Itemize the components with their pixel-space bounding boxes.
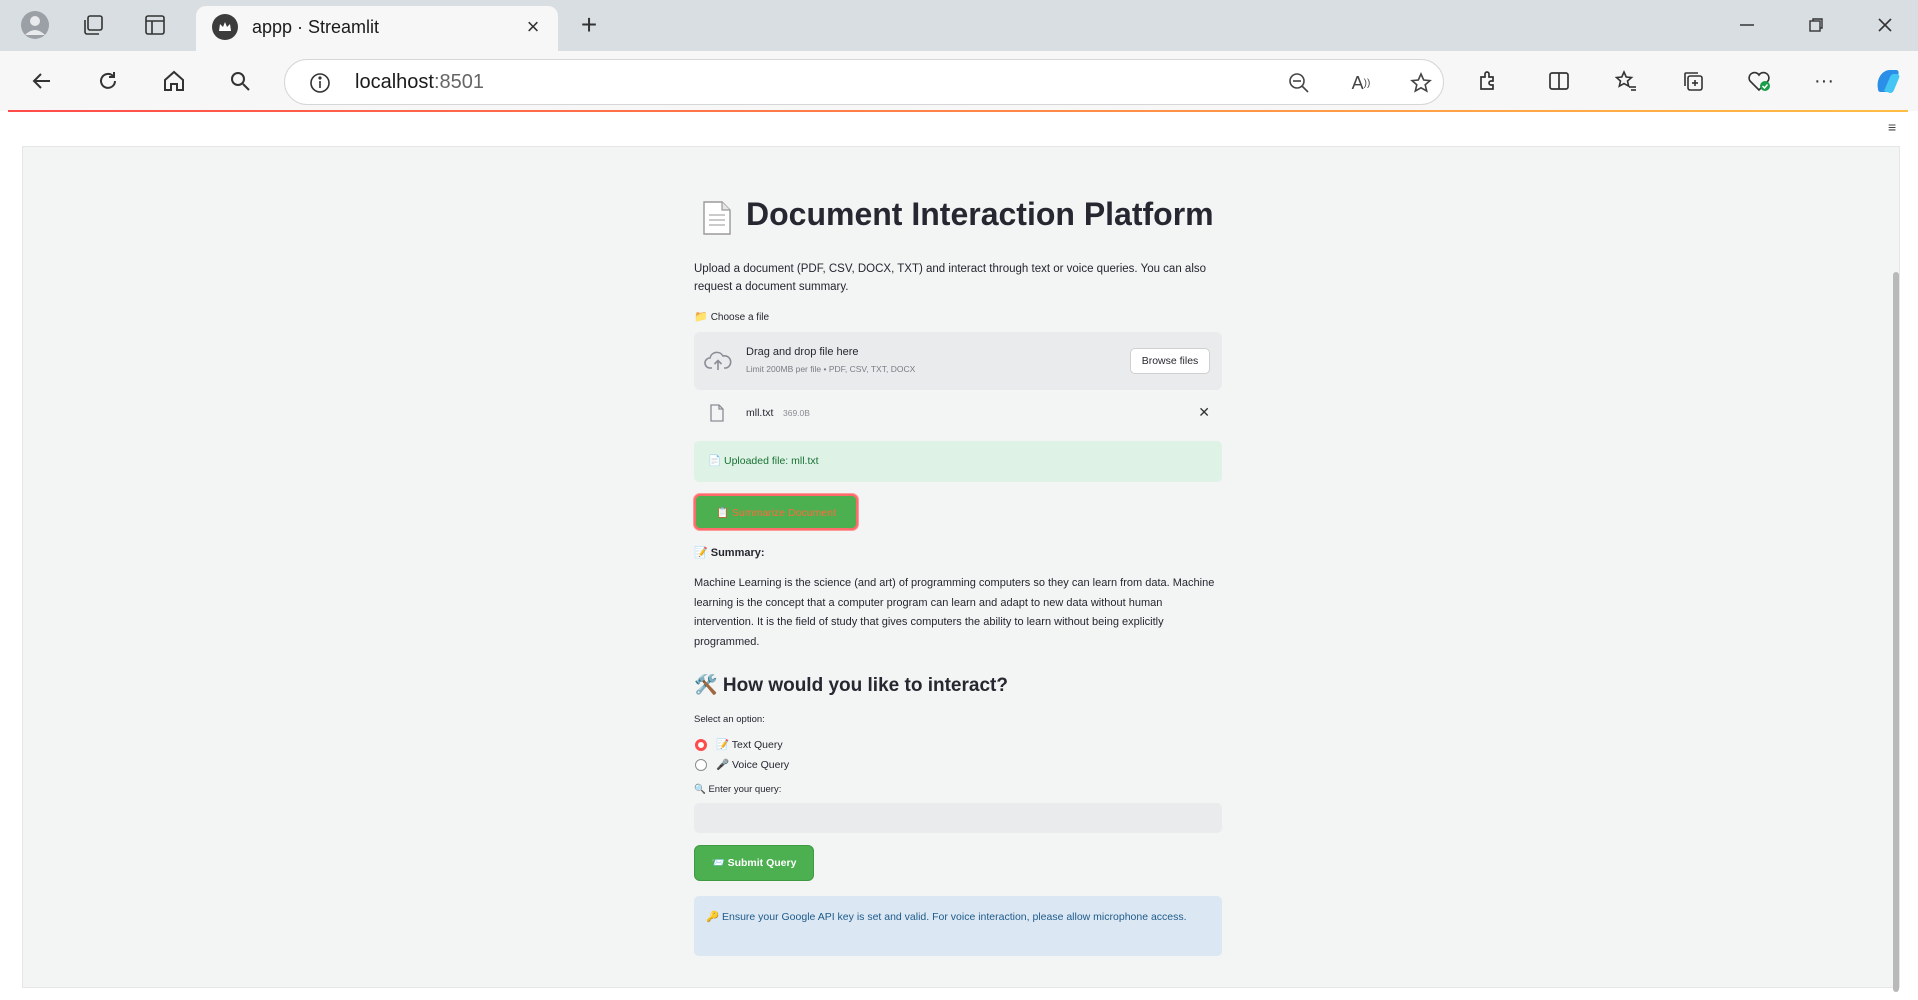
radio-option-label: 🎤 Voice Query [716,758,790,771]
interaction-radio-group: 📝 Text Query 🎤 Voice Query [694,735,1222,775]
summary-heading: 📝 Summary: [694,547,765,559]
interaction-heading: 🛠️ How would you like to interact? [694,674,1008,696]
favorite-star-icon[interactable] [1408,70,1434,96]
file-dropzone[interactable]: Drag and drop file here Limit 200MB per … [694,332,1222,390]
file-uploader-label: 📁 Choose a file [694,311,770,323]
folder-icon: 📁 [694,311,708,323]
submit-query-button[interactable]: 📨 Submit Query [694,844,814,881]
browser-toolbar: localhost:8501 A)) ··· [0,51,1918,111]
uploaded-file-row: mll.txt 369.0B ✕ [694,396,1222,430]
uploaded-file-size: 369.0B [783,408,810,418]
cloud-upload-icon [704,351,732,370]
title-row: Document Interaction Platform [694,196,1222,248]
search-icon[interactable] [224,65,256,97]
back-icon[interactable] [26,65,58,97]
workspaces-icon[interactable] [78,10,108,40]
dropzone-limit-text: Limit 200MB per file • PDF, CSV, TXT, DO… [746,364,916,374]
radio-option-text-query[interactable]: 📝 Text Query [694,735,1222,755]
new-tab-icon[interactable]: + [574,9,604,40]
document-icon [703,201,731,235]
radio-option-label: 📝 Text Query [716,738,783,751]
api-key-info-alert: 🔑 Ensure your Google API key is set and … [694,895,1222,956]
page-scrollbar[interactable] [1893,272,1899,992]
summarize-document-button[interactable]: 📋 Summarize Document [694,494,858,530]
address-bar[interactable]: localhost:8501 A)) [284,59,1444,105]
intro-text: Upload a document (PDF, CSV, DOCX, TXT) … [694,263,1207,293]
browser-essentials-icon[interactable] [1743,65,1775,97]
site-info-icon[interactable] [307,70,333,96]
collections-icon[interactable] [1677,65,1709,97]
copilot-icon[interactable] [1870,63,1906,99]
remove-file-icon[interactable]: ✕ [1198,404,1210,421]
query-input-label: 🔍 Enter your query: [694,783,782,795]
minimize-icon[interactable] [1732,10,1762,40]
restore-icon[interactable] [1801,10,1831,40]
dropzone-title: Drag and drop file here [746,346,859,358]
profile-icon[interactable] [18,8,52,42]
browser-tab-strip: appp · Streamlit × + [0,0,1918,51]
interaction-option-label: Select an option: [694,713,765,725]
close-window-icon[interactable] [1870,10,1900,40]
radio-option-voice-query[interactable]: 🎤 Voice Query [694,755,1222,775]
extensions-icon[interactable] [1472,65,1504,97]
page-viewport: ≡ Document Interaction Platform Upload a… [0,112,1918,1000]
favorites-icon[interactable] [1610,65,1642,97]
main-menu-icon[interactable]: ≡ [1888,120,1902,134]
more-menu-icon[interactable]: ··· [1808,65,1840,97]
browser-tab-active[interactable]: appp · Streamlit × [196,6,558,51]
streamlit-favicon-icon [212,14,238,40]
main-column: Document Interaction Platform Upload a d… [694,196,1222,956]
read-aloud-icon[interactable]: A)) [1348,70,1374,96]
summary-text: Machine Learning is the science (and art… [694,577,1215,649]
tab-title: appp · Streamlit [252,17,380,37]
uploaded-file-name: mll.txt [746,407,774,419]
tab-actions-icon[interactable] [140,10,170,40]
info-text: 🔑 Ensure your Google API key is set and … [706,910,1187,923]
home-icon[interactable] [158,65,190,97]
upload-success-alert: 📄 Uploaded file: mll.txt [694,441,1222,482]
radio-unselected-icon[interactable] [695,758,707,771]
file-icon [710,404,724,422]
upload-success-text: 📄 Uploaded file: mll.txt [708,455,819,467]
refresh-icon[interactable] [92,65,124,97]
page-title: Document Interaction Platform [746,196,1214,232]
tab-close-icon[interactable]: × [520,14,546,40]
query-input[interactable] [694,802,1222,833]
zoom-out-icon[interactable] [1286,70,1312,96]
url-text: localhost:8501 [355,71,484,93]
browse-files-button[interactable]: Browse files [1130,348,1210,374]
split-screen-icon[interactable] [1543,65,1575,97]
radio-selected-icon[interactable] [695,738,707,751]
